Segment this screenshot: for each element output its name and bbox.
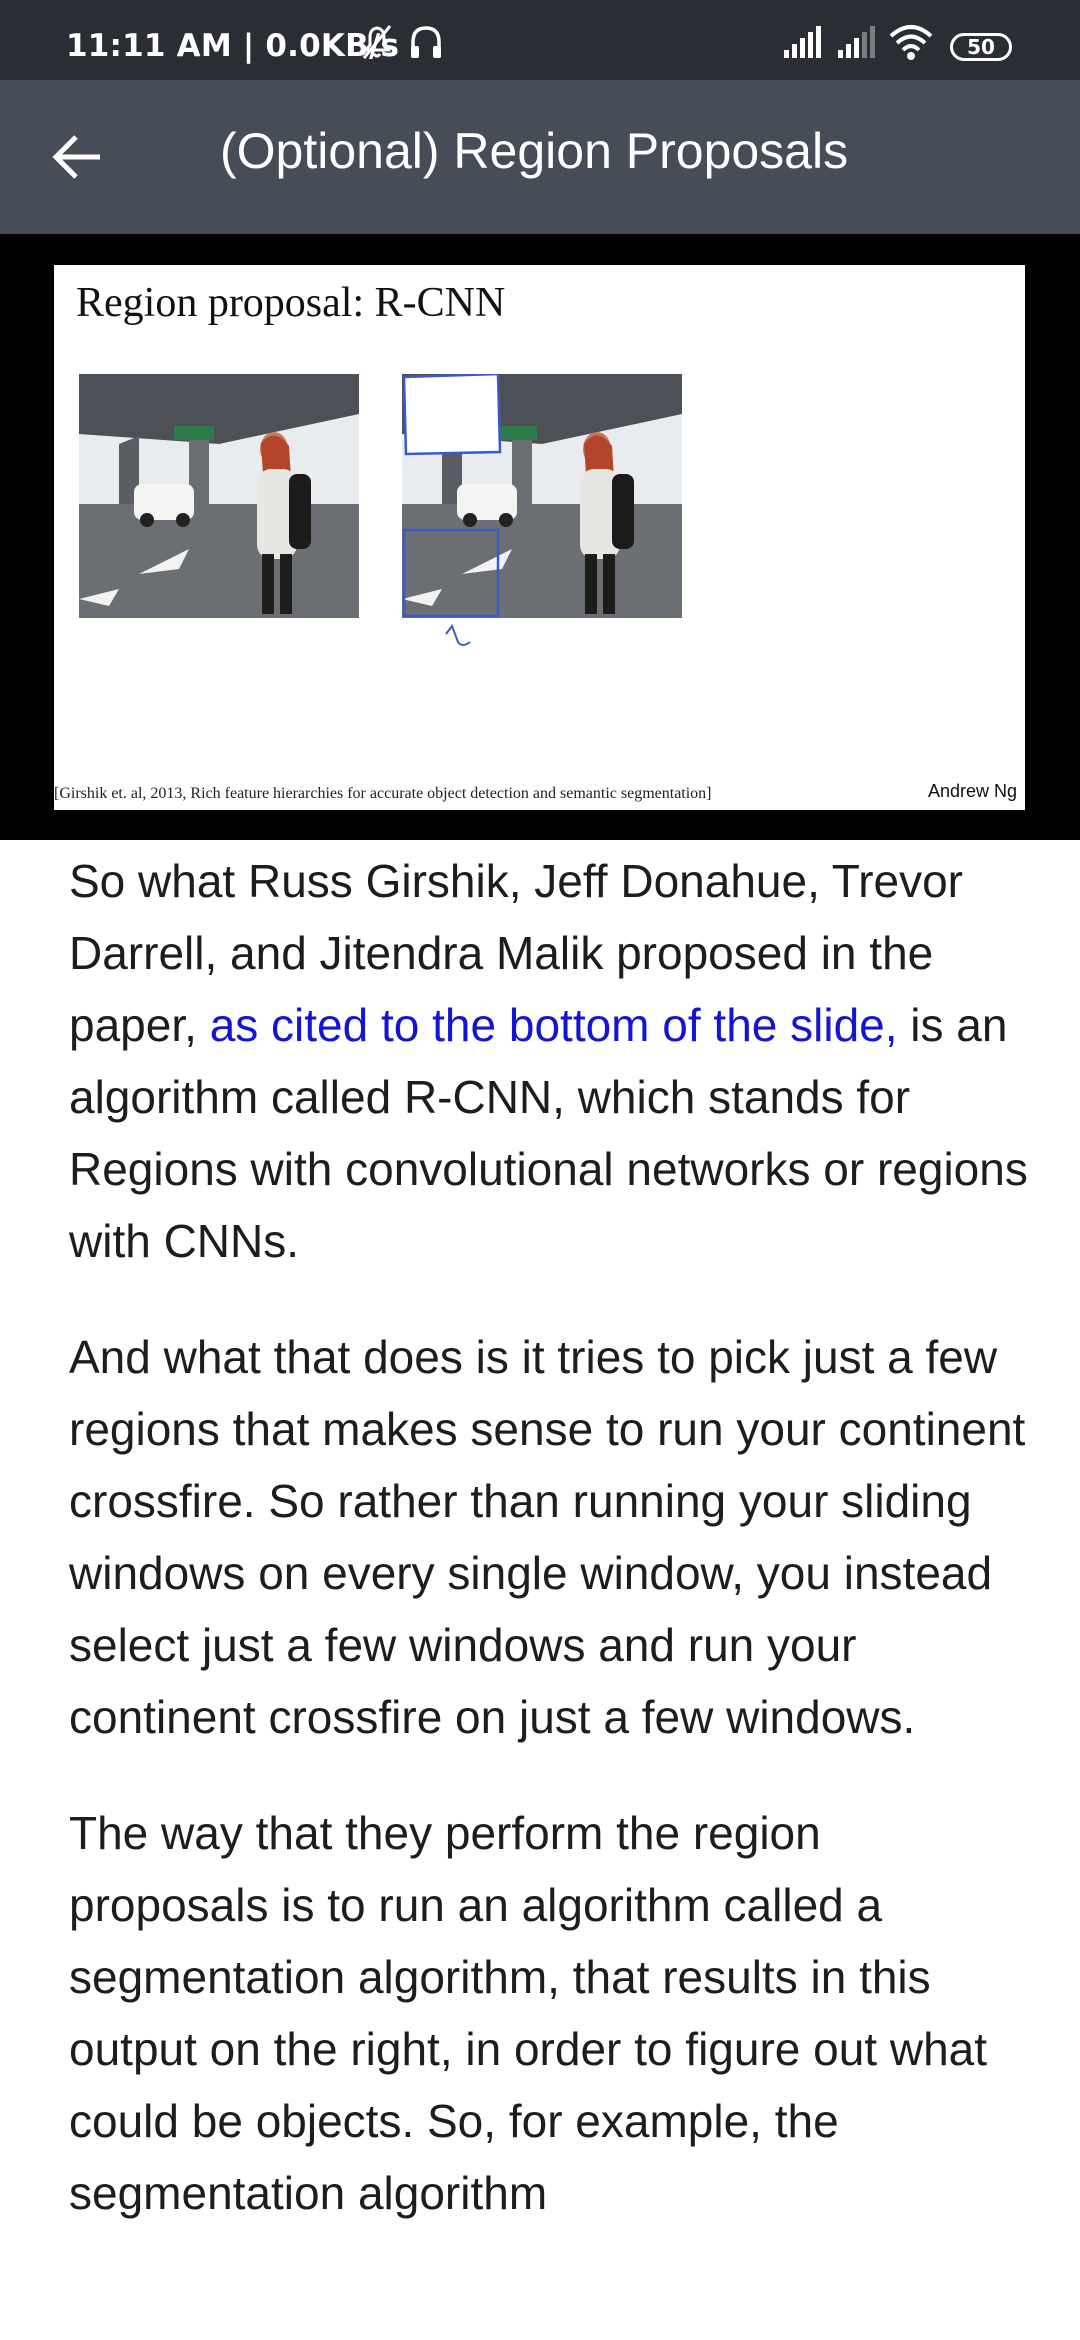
- back-arrow-icon[interactable]: [40, 120, 114, 194]
- street-photo-with-proposals: [402, 374, 682, 618]
- slide-title: Region proposal: R-CNN: [76, 280, 506, 326]
- slide-author: Andrew Ng: [927, 781, 1017, 801]
- status-time: 11:11 AM | 0.0KB/s: [66, 28, 400, 64]
- battery-icon: 50: [950, 33, 1012, 61]
- muted-bell-icon: [360, 22, 394, 62]
- street-photo: [79, 374, 359, 618]
- status-bar: 11:11 AM | 0.0KB/s 50: [0, 0, 1080, 80]
- transcript-paragraph: So what Russ Girshik, Jeff Donahue, Tre­…: [69, 845, 1029, 1277]
- signal-icon: [780, 22, 824, 62]
- page-title: (Optional) Region Proposals: [220, 123, 849, 179]
- citation-link[interactable]: as cited to the bottom of the slide,: [210, 999, 898, 1051]
- lecture-slide: Region proposal: R-CNN [Girshik et. al, …: [54, 265, 1025, 810]
- signal-icon: [834, 22, 878, 62]
- transcript: So what Russ Girshik, Jeff Donahue, Tre­…: [69, 845, 1029, 2273]
- video-player[interactable]: Region proposal: R-CNN [Girshik et. al, …: [0, 234, 1080, 840]
- app-bar: (Optional) Region Proposals: [0, 80, 1080, 234]
- handwritten-arrow: [445, 623, 471, 646]
- transcript-paragraph: And what that does is it tries to pick j…: [69, 1331, 1026, 1743]
- transcript-paragraph: The way that they perform the region pro…: [69, 1807, 988, 2219]
- slide-citation: [Girshik et. al, 2013, Rich feature hier…: [54, 785, 712, 802]
- wifi-icon: [888, 22, 934, 62]
- headphones-icon: [408, 22, 444, 62]
